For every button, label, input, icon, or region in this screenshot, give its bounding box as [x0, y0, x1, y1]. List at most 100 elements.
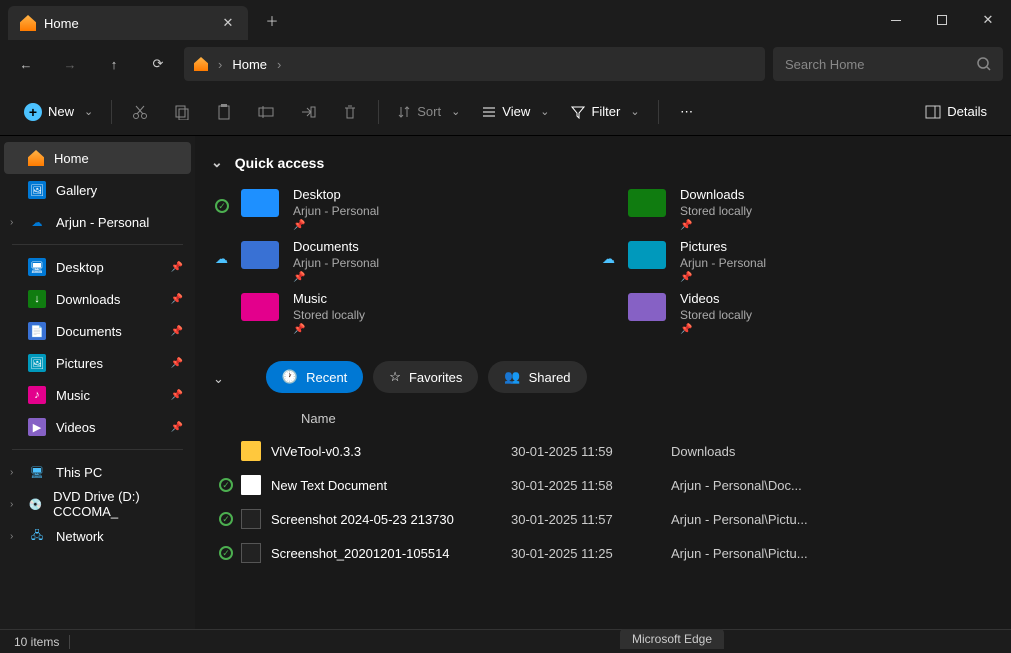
- search-placeholder: Search Home: [785, 57, 864, 72]
- back-button[interactable]: ←: [8, 46, 44, 82]
- pin-icon: 📌: [171, 262, 183, 273]
- share-icon: [300, 104, 316, 120]
- view-icon: [482, 105, 496, 119]
- pill-recent[interactable]: 🕐Recent: [266, 361, 363, 393]
- folder-icon: [241, 189, 279, 217]
- chevron-down-icon[interactable]: ⌄: [213, 371, 224, 387]
- toolbar: +New Sort View Filter ⋯ Details: [0, 88, 1011, 136]
- quick-access-pictures[interactable]: ☁PicturesArjun - Personal📌: [628, 239, 995, 283]
- chevron-down-icon[interactable]: ⌄: [211, 154, 223, 171]
- chevron-right-icon[interactable]: ›: [10, 499, 13, 510]
- chevron-right-icon: ›: [218, 57, 222, 72]
- quick-access-downloads[interactable]: DownloadsStored locally📌: [628, 187, 995, 231]
- file-row[interactable]: ViVeTool-v0.3.330-01-2025 11:59Downloads: [211, 434, 995, 468]
- address-bar[interactable]: › Home ›: [184, 47, 765, 81]
- separator: [111, 100, 112, 124]
- sidebar-item-music[interactable]: ♪Music📌: [0, 379, 195, 411]
- tab-title: Home: [44, 16, 79, 31]
- column-name[interactable]: Name: [301, 411, 541, 426]
- sidebar: Home🖼Gallery›☁Arjun - Personal 🖥Desktop📌…: [0, 136, 195, 629]
- pin-icon: 📌: [293, 220, 379, 231]
- view-button[interactable]: View: [474, 95, 557, 129]
- maximize-button[interactable]: [919, 0, 965, 40]
- paste-button[interactable]: [206, 95, 242, 129]
- image-file-icon: [241, 543, 261, 563]
- minimize-button[interactable]: [873, 0, 919, 40]
- pin-icon: 📌: [680, 220, 752, 231]
- rename-button[interactable]: [248, 95, 284, 129]
- search-icon: [977, 57, 991, 71]
- sidebar-item-this-pc[interactable]: ›🖥This PC: [0, 456, 195, 488]
- sidebar-item-documents[interactable]: 📄Documents📌: [0, 315, 195, 347]
- item-count: 10 items: [14, 635, 59, 649]
- forward-button[interactable]: →: [52, 46, 88, 82]
- details-icon: [925, 105, 941, 119]
- sidebar-item-gallery[interactable]: 🖼Gallery: [0, 174, 195, 206]
- pin-icon: 📌: [293, 324, 365, 335]
- details-button[interactable]: Details: [917, 95, 995, 129]
- sidebar-item-network[interactable]: ›🖧Network: [0, 520, 195, 552]
- clock-icon: 🕐: [282, 369, 298, 385]
- sync-ok-icon: ✓: [219, 478, 233, 492]
- sidebar-item-arjun-personal[interactable]: ›☁Arjun - Personal: [0, 206, 195, 238]
- text-file-icon: [241, 475, 261, 495]
- sort-icon: [397, 105, 411, 119]
- quick-access-documents[interactable]: ☁DocumentsArjun - Personal📌: [241, 239, 608, 283]
- refresh-button[interactable]: ⟳: [140, 46, 176, 82]
- sidebar-item-dvd-drive-d-cccoma-[interactable]: ›💿DVD Drive (D:) CCCOMA_: [0, 488, 195, 520]
- share-button[interactable]: [290, 95, 326, 129]
- pill-favorites[interactable]: ☆Favorites: [373, 361, 478, 393]
- quick-access-music[interactable]: MusicStored locally📌: [241, 291, 608, 335]
- cut-button[interactable]: [122, 95, 158, 129]
- quick-access-desktop[interactable]: ✓DesktopArjun - Personal📌: [241, 187, 608, 231]
- list-header: Name: [211, 403, 995, 434]
- close-window-button[interactable]: ✕: [965, 0, 1011, 40]
- sidebar-item-home[interactable]: Home: [4, 142, 191, 174]
- pin-icon: 📌: [680, 272, 766, 283]
- sidebar-item-desktop[interactable]: 🖥Desktop📌: [0, 251, 195, 283]
- more-button[interactable]: ⋯: [669, 95, 705, 129]
- chevron-right-icon[interactable]: ›: [10, 531, 13, 542]
- file-row[interactable]: ✓Screenshot_20201201-10551430-01-2025 11…: [211, 536, 995, 570]
- sidebar-item-videos[interactable]: ▶Videos📌: [0, 411, 195, 443]
- new-tab-button[interactable]: ＋: [256, 4, 288, 36]
- close-tab-icon[interactable]: ✕: [220, 15, 236, 31]
- delete-icon: [342, 104, 358, 120]
- sidebar-item-downloads[interactable]: ↓Downloads📌: [0, 283, 195, 315]
- people-icon: 👥: [504, 369, 520, 385]
- sync-ok-icon: ✓: [215, 199, 229, 213]
- search-input[interactable]: Search Home: [773, 47, 1003, 81]
- pill-shared[interactable]: 👥Shared: [488, 361, 586, 393]
- separator: [12, 244, 183, 245]
- sort-button[interactable]: Sort: [389, 95, 468, 129]
- folder-icon: [241, 241, 279, 269]
- cloud-icon: ☁: [602, 251, 615, 267]
- folder-icon: [241, 293, 279, 321]
- delete-button[interactable]: [332, 95, 368, 129]
- chevron-right-icon[interactable]: ›: [10, 217, 13, 228]
- file-row[interactable]: ✓New Text Document30-01-2025 11:58Arjun …: [211, 468, 995, 502]
- navbar: ← → ↑ ⟳ › Home › Search Home: [0, 40, 1011, 88]
- tab-home[interactable]: Home ✕: [8, 6, 248, 40]
- paste-icon: [216, 104, 232, 120]
- filter-button[interactable]: Filter: [563, 95, 647, 129]
- new-button[interactable]: +New: [16, 95, 101, 129]
- pin-icon: 📌: [680, 324, 752, 335]
- separator: [378, 100, 379, 124]
- chevron-right-icon[interactable]: ›: [10, 467, 13, 478]
- status-bar: 10 items: [0, 629, 1011, 653]
- image-file-icon: [241, 509, 261, 529]
- quick-access-videos[interactable]: VideosStored locally📌: [628, 291, 995, 335]
- up-button[interactable]: ↑: [96, 46, 132, 82]
- rename-icon: [258, 104, 274, 120]
- copy-button[interactable]: [164, 95, 200, 129]
- quick-access-header[interactable]: ⌄ Quick access: [211, 148, 995, 177]
- file-row[interactable]: ✓Screenshot 2024-05-23 21373030-01-2025 …: [211, 502, 995, 536]
- sidebar-item-pictures[interactable]: 🖼Pictures📌: [0, 347, 195, 379]
- folder-icon: [628, 293, 666, 321]
- folder-icon: [628, 241, 666, 269]
- folder-icon: [241, 441, 261, 461]
- pin-icon: 📌: [171, 358, 183, 369]
- breadcrumb-home[interactable]: Home: [232, 57, 267, 72]
- pin-icon: 📌: [171, 422, 183, 433]
